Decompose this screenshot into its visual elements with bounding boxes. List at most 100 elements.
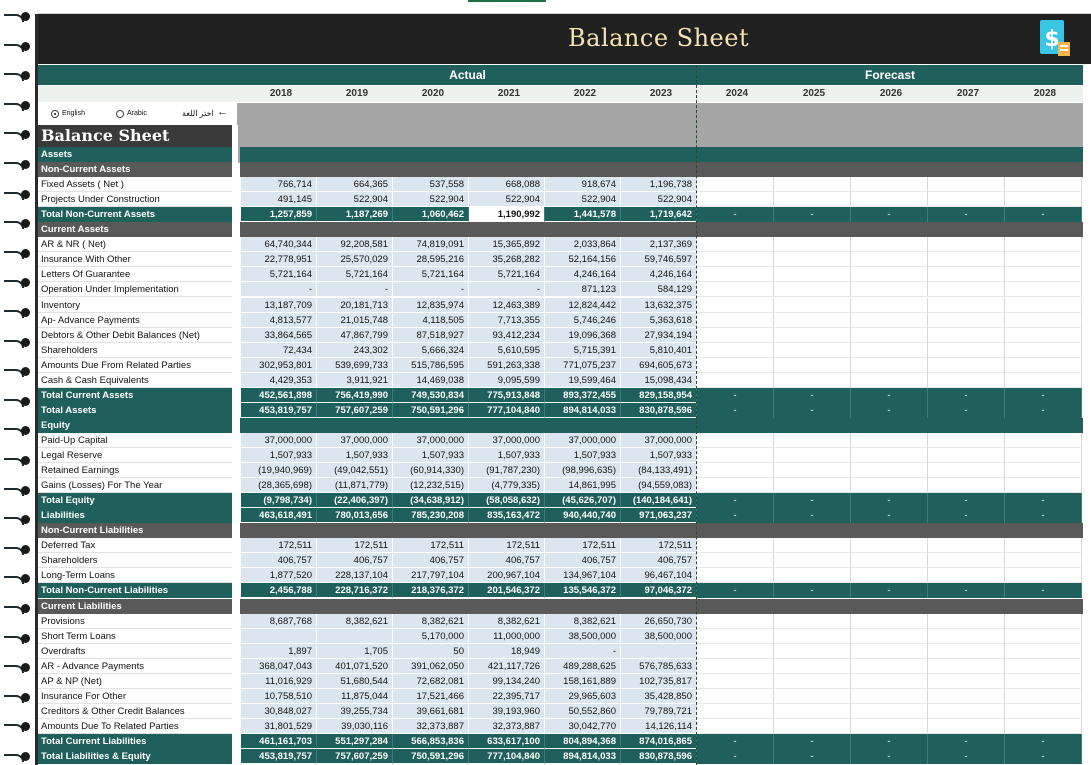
actual-cell[interactable]: 452,561,898	[241, 387, 317, 403]
actual-cell[interactable]: 453,819,757	[241, 749, 317, 764]
actual-cell[interactable]: 5,170,000	[393, 628, 469, 644]
forecast-cell[interactable]	[851, 267, 928, 283]
row-label[interactable]: Projects Under Construction	[38, 192, 232, 208]
forecast-cell[interactable]	[697, 372, 774, 388]
actual-cell[interactable]: 406,757	[317, 553, 393, 569]
actual-cell[interactable]: 51,680,544	[317, 673, 393, 689]
forecast-cell[interactable]	[851, 568, 928, 584]
forecast-cell[interactable]	[928, 177, 1005, 193]
row-label[interactable]: AP & NP (Net)	[38, 673, 232, 689]
actual-cell[interactable]: 22,778,951	[241, 252, 317, 268]
actual-cell[interactable]: 25,570,029	[317, 252, 393, 268]
actual-cell[interactable]: 1,507,933	[317, 448, 393, 463]
actual-cell[interactable]: 72,434	[241, 342, 317, 358]
forecast-cell[interactable]: -	[851, 508, 928, 524]
actual-cell[interactable]: 30,042,770	[545, 718, 621, 734]
forecast-cell[interactable]	[928, 643, 1005, 659]
row-label[interactable]: Provisions	[38, 613, 232, 629]
forecast-cell[interactable]	[1005, 718, 1082, 734]
forecast-cell[interactable]	[928, 463, 1005, 479]
forecast-cell[interactable]	[1005, 613, 1082, 629]
actual-cell[interactable]: 576,785,633	[621, 658, 697, 674]
row-label[interactable]: Non-Current Assets	[38, 162, 232, 178]
actual-cell[interactable]: 1,187,269	[317, 207, 393, 223]
forecast-cell[interactable]	[851, 553, 928, 569]
actual-cell[interactable]: (94,559,083)	[621, 478, 697, 494]
actual-cell[interactable]: 894,814,033	[545, 749, 621, 764]
forecast-cell[interactable]	[697, 658, 774, 674]
actual-cell[interactable]: 749,530,834	[393, 387, 469, 403]
actual-cell[interactable]: 406,757	[241, 553, 317, 569]
forecast-cell[interactable]	[774, 538, 851, 554]
forecast-cell[interactable]	[1005, 357, 1082, 373]
actual-cell[interactable]: 15,365,892	[469, 237, 545, 253]
row-label[interactable]: Long-Term Loans	[38, 568, 232, 584]
actual-cell[interactable]: 491,145	[241, 192, 317, 208]
actual-cell[interactable]: 27,934,194	[621, 327, 697, 343]
actual-cell[interactable]: 38,500,000	[545, 628, 621, 644]
row-label[interactable]: Cash & Cash Equivalents	[38, 372, 232, 388]
row-label[interactable]: Total Current Liabilities	[38, 733, 232, 749]
actual-cell[interactable]: 39,030,116	[317, 718, 393, 734]
forecast-cell[interactable]	[1005, 192, 1082, 208]
forecast-cell[interactable]	[774, 192, 851, 208]
forecast-cell[interactable]: -	[851, 583, 928, 599]
row-label[interactable]: Debtors & Other Debit Balances (Net)	[38, 327, 232, 343]
actual-cell[interactable]: 461,161,703	[241, 733, 317, 749]
forecast-cell[interactable]: -	[697, 207, 774, 223]
actual-cell[interactable]: 8,382,621	[393, 613, 469, 629]
actual-cell[interactable]: 32,373,887	[393, 718, 469, 734]
actual-cell[interactable]: 2,456,788	[241, 583, 317, 599]
actual-cell[interactable]: 537,558	[393, 177, 469, 193]
arabic-radio[interactable]	[116, 110, 124, 118]
forecast-cell[interactable]	[851, 252, 928, 268]
actual-cell[interactable]: 31,801,529	[241, 718, 317, 734]
actual-cell[interactable]: 766,714	[241, 177, 317, 193]
actual-cell[interactable]: 893,372,455	[545, 387, 621, 403]
actual-cell[interactable]: 243,302	[317, 342, 393, 358]
row-label[interactable]: Paid-Up Capital	[38, 432, 232, 448]
actual-cell[interactable]: 522,904	[393, 192, 469, 208]
actual-cell[interactable]: 302,953,801	[241, 357, 317, 373]
forecast-cell[interactable]	[928, 252, 1005, 268]
forecast-cell[interactable]	[774, 553, 851, 569]
actual-cell[interactable]: 96,467,104	[621, 568, 697, 584]
row-label[interactable]: Shareholders	[38, 342, 232, 358]
actual-cell[interactable]: 1,897	[241, 643, 317, 659]
actual-cell[interactable]: 1,719,642	[621, 207, 697, 223]
actual-cell[interactable]: 37,000,000	[241, 432, 317, 448]
forecast-cell[interactable]	[851, 312, 928, 328]
forecast-cell[interactable]: -	[928, 749, 1005, 764]
actual-cell[interactable]: 8,687,768	[241, 613, 317, 629]
actual-cell[interactable]: 8,382,621	[545, 613, 621, 629]
actual-cell[interactable]: 134,967,104	[545, 568, 621, 584]
actual-cell[interactable]: 757,607,259	[317, 402, 393, 418]
row-label[interactable]: Total Non-Current Liabilities	[38, 583, 232, 599]
forecast-cell[interactable]	[851, 297, 928, 313]
actual-cell[interactable]: 228,716,372	[317, 583, 393, 599]
actual-cell[interactable]: 489,288,625	[545, 658, 621, 674]
actual-cell[interactable]: 633,617,100	[469, 733, 545, 749]
actual-cell[interactable]: 551,297,284	[317, 733, 393, 749]
actual-cell[interactable]: (84,133,491)	[621, 463, 697, 479]
row-label[interactable]: AR & NR ( Net)	[38, 237, 232, 253]
row-label[interactable]: Equity	[38, 417, 232, 433]
forecast-cell[interactable]	[1005, 252, 1082, 268]
forecast-cell[interactable]	[851, 673, 928, 689]
actual-cell[interactable]: 4,246,164	[545, 267, 621, 283]
actual-cell[interactable]: 406,757	[545, 553, 621, 569]
row-label[interactable]: Inventory	[38, 297, 232, 313]
actual-cell[interactable]: 35,268,282	[469, 252, 545, 268]
actual-cell[interactable]: 5,810,401	[621, 342, 697, 358]
forecast-cell[interactable]	[697, 252, 774, 268]
forecast-cell[interactable]	[697, 688, 774, 704]
actual-cell[interactable]	[241, 628, 317, 644]
actual-cell[interactable]: 5,721,164	[393, 267, 469, 283]
actual-cell[interactable]: 406,757	[469, 553, 545, 569]
forecast-cell[interactable]: -	[928, 387, 1005, 403]
actual-cell[interactable]: 777,104,840	[469, 749, 545, 764]
forecast-cell[interactable]	[774, 478, 851, 494]
forecast-cell[interactable]	[928, 568, 1005, 584]
forecast-cell[interactable]	[697, 538, 774, 554]
forecast-cell[interactable]	[851, 448, 928, 463]
